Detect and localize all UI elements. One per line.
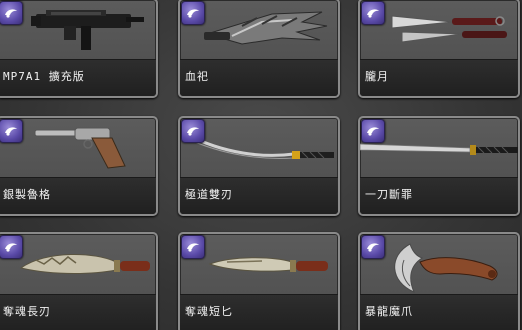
weapon-label-bar: 奪魂短匕 <box>180 293 338 330</box>
tyrant-dragon-claw-icon <box>394 243 498 293</box>
weapon-card-blood-ritual[interactable]: 血祀 <box>178 0 340 98</box>
weapon-name: 暴龍魔爪 <box>365 304 413 318</box>
weapon-label-bar: 朧月 <box>360 58 518 96</box>
weapon-label-bar: 一刀斷罪 <box>360 176 518 214</box>
weapon-art <box>0 234 156 295</box>
weapon-label-bar: 血祀 <box>180 58 338 96</box>
item-category-badge-icon <box>361 1 385 25</box>
weapon-card-mp7a1[interactable]: MP7A1 擴充版 <box>0 0 158 98</box>
item-category-badge-icon <box>181 235 205 259</box>
item-category-badge-icon <box>0 235 23 259</box>
weapon-art <box>0 0 156 60</box>
item-category-badge-icon <box>361 235 385 259</box>
weapon-card-soul-reaper-dagger[interactable]: 奪魂短匕 <box>178 232 340 330</box>
weapon-label-bar: 奪魂長刃 <box>0 293 156 330</box>
hazy-moon-kunai-icon <box>391 15 507 43</box>
mp7a1-smg-icon <box>31 10 144 50</box>
item-category-badge-icon <box>0 1 23 25</box>
weapon-card-hazy-moon[interactable]: 朧月 <box>358 0 520 98</box>
weapon-name: 極道雙刃 <box>185 187 233 201</box>
weapon-inventory-grid: MP7A1 擴充版 血祀 朧月 銀製魯格 極道雙刃 一刀斷罪 奪魂長刃 奪魂短匕… <box>0 0 522 330</box>
item-category-badge-icon <box>181 119 205 143</box>
weapon-name: MP7A1 擴充版 <box>3 69 85 83</box>
weapon-card-yakuza-twin-blade[interactable]: 極道雙刃 <box>178 116 340 216</box>
item-category-badge-icon <box>361 119 385 143</box>
weapon-name: 奪魂長刃 <box>3 304 51 318</box>
weapon-label-bar: MP7A1 擴充版 <box>0 58 156 96</box>
weapon-name: 一刀斷罪 <box>365 187 413 201</box>
yakuza-twin-blade-icon <box>185 132 334 159</box>
weapon-card-silver-luger[interactable]: 銀製魯格 <box>0 116 158 216</box>
item-category-badge-icon <box>181 1 205 25</box>
weapon-label-bar: 暴龍魔爪 <box>360 293 518 330</box>
blood-ritual-blade-icon <box>204 11 328 45</box>
soul-reaper-long-blade-icon <box>19 253 150 274</box>
item-category-badge-icon <box>0 119 23 143</box>
weapon-name: 血祀 <box>185 69 209 83</box>
weapon-card-katana[interactable]: 一刀斷罪 <box>358 116 520 216</box>
weapon-name: 奪魂短匕 <box>185 304 233 318</box>
silver-luger-pistol-icon <box>34 127 126 169</box>
weapon-label-bar: 極道雙刃 <box>180 176 338 214</box>
weapon-art <box>0 118 156 178</box>
weapon-name: 朧月 <box>365 69 389 83</box>
weapon-card-soul-reaper-long-blade[interactable]: 奪魂長刃 <box>0 232 158 330</box>
weapon-card-tyrant-dragon-claw[interactable]: 暴龍魔爪 <box>358 232 520 330</box>
soul-reaper-dagger-icon <box>208 257 328 272</box>
weapon-name: 銀製魯格 <box>3 187 51 201</box>
weapon-label-bar: 銀製魯格 <box>0 176 156 214</box>
